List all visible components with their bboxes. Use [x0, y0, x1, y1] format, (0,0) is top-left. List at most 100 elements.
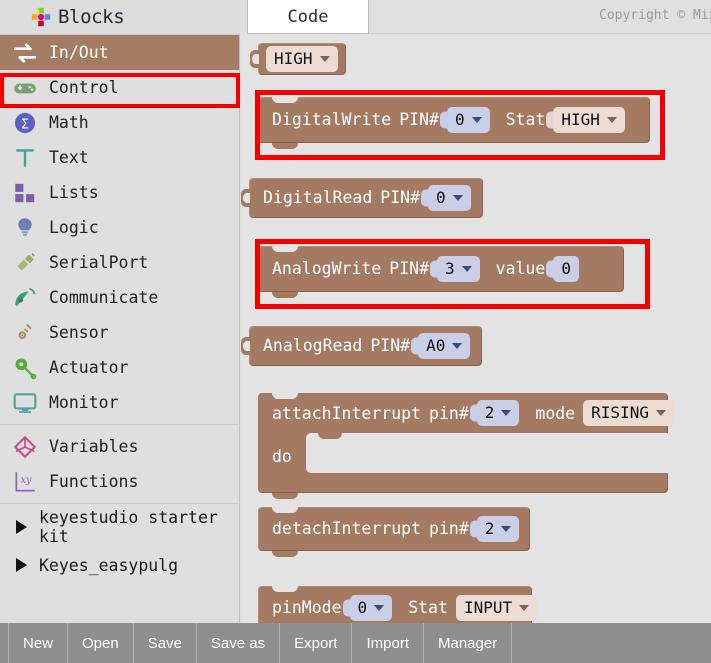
mode-dropdown[interactable]: RISING — [583, 400, 674, 426]
chevron-down-icon — [374, 605, 385, 611]
sidebar-item-actuator[interactable]: Actuator — [0, 350, 239, 385]
block-body[interactable]: AnalogWrite PIN# 3 value 0 — [258, 246, 624, 298]
brand-title: Blocks — [58, 6, 125, 28]
top-header: Blocks Code Copyright © Mix — [0, 0, 711, 35]
block-label: pinMode — [272, 597, 342, 617]
pin-dropdown[interactable]: 3 — [437, 256, 480, 282]
open-button[interactable]: Open — [68, 623, 134, 663]
sidebar-item-label: Actuator — [49, 358, 129, 377]
mode-label: mode — [535, 403, 576, 423]
sidebar-item-label: Text — [49, 148, 89, 167]
block-analog-read[interactable]: AnalogRead PIN# A0 — [241, 326, 483, 366]
sidebar-item-label: In/Out — [49, 43, 109, 62]
output-plug — [250, 50, 260, 68]
pin-socket: 2 — [476, 516, 520, 542]
pin-dropdown[interactable]: 2 — [476, 516, 520, 542]
pin-label: PIN# — [370, 335, 411, 355]
block-body[interactable]: HIGH — [250, 43, 346, 75]
pin-socket: A0 — [418, 333, 471, 359]
sidebar-item-in-out[interactable]: In/Out — [0, 35, 239, 70]
sidebar-item-sensor[interactable]: Sensor — [0, 315, 239, 350]
sidebar-item-math[interactable]: Σ Math — [0, 105, 239, 140]
pin-dropdown[interactable]: A0 — [418, 333, 471, 359]
sidebar-tree-keyestudio-starter-kit[interactable]: keyestudio starter kit — [0, 508, 239, 546]
svg-text:Σ: Σ — [21, 117, 29, 132]
block-analog-write[interactable]: AnalogWrite PIN# 3 value 0 — [258, 246, 624, 298]
sidebar-item-serialport[interactable]: SerialPort — [0, 245, 239, 280]
chevron-down-icon — [519, 605, 530, 611]
pin-socket: 0 — [349, 595, 393, 621]
sidebar-tree-keyes-easypulg[interactable]: Keyes_easypulg — [0, 546, 239, 584]
satellite-dish-icon — [15, 287, 36, 306]
chevron-down-icon — [452, 195, 463, 201]
pin-label: PIN# — [380, 187, 421, 207]
save-as-button[interactable]: Save as — [197, 623, 281, 663]
block-flyout[interactable]: HIGH DigitalWrite PIN# 0 Stat HIGH Digit… — [241, 35, 711, 623]
pin-dropdown[interactable]: 0 — [349, 595, 393, 621]
sidebar-item-functions[interactable]: xy Functions — [0, 464, 239, 499]
block-label: AnalogWrite — [272, 258, 382, 278]
xy-function-icon: xy — [15, 471, 35, 492]
manager-button[interactable]: Manager — [424, 623, 513, 663]
tab-code[interactable]: Code — [247, 0, 369, 34]
tree-label: keyestudio starter kit — [39, 508, 218, 546]
state-dropdown[interactable]: INPUT — [455, 595, 538, 621]
pin-label: PIN# — [399, 109, 439, 129]
import-button[interactable]: Import — [352, 623, 424, 663]
output-plug — [241, 337, 251, 355]
sidebar-item-logic[interactable]: Logic — [0, 210, 239, 245]
block-body[interactable]: DigitalWrite PIN# 0 Stat HIGH — [258, 97, 650, 149]
display-monitor-icon — [13, 392, 37, 413]
chevron-down-icon — [471, 117, 482, 123]
chevron-down-icon — [606, 117, 617, 123]
chevron-down-icon — [461, 266, 472, 272]
blockly-editor-window: Blocks Code Copyright © Mix In/Out Contr… — [0, 0, 711, 663]
state-label: Stat — [408, 597, 448, 617]
block-body[interactable]: attachInterrupt pin# 2 mode RISING do — [258, 393, 674, 499]
value-number-input[interactable]: 0 — [553, 256, 579, 282]
high-dropdown[interactable]: HIGH — [266, 46, 338, 72]
triangle-right-icon — [16, 520, 27, 534]
letter-t-icon — [16, 148, 34, 167]
block-body[interactable]: detachInterrupt pin# 2 — [258, 507, 530, 557]
block-header-row: attachInterrupt pin# 2 mode RISING — [258, 393, 674, 433]
sidebar-item-variables[interactable]: Variables — [0, 429, 239, 464]
sidebar-item-lists[interactable]: Lists — [0, 175, 239, 210]
sidebar-item-label: Logic — [49, 218, 99, 237]
block-high-value[interactable]: HIGH — [250, 43, 346, 75]
sidebar-item-label: Control — [49, 78, 119, 97]
gamepad-icon — [14, 83, 36, 93]
block-pin-mode[interactable]: pinMode 0 Stat INPUT — [258, 586, 538, 623]
block-detach-interrupt[interactable]: detachInterrupt pin# 2 — [258, 507, 530, 557]
tree-label: Keyes_easypulg — [39, 555, 179, 575]
plug-icon — [17, 252, 35, 271]
header-divider — [369, 33, 711, 34]
new-button[interactable]: New — [8, 623, 69, 663]
sidebar-item-monitor[interactable]: Monitor — [0, 385, 239, 420]
save-button[interactable]: Save — [134, 623, 197, 663]
sidebar-item-text[interactable]: Text — [0, 140, 239, 175]
state-label: Stat — [505, 109, 546, 129]
block-digital-read[interactable]: DigitalRead PIN# 0 — [241, 178, 483, 218]
export-button[interactable]: Export — [280, 623, 353, 663]
state-dropdown[interactable]: HIGH — [553, 107, 625, 133]
block-body[interactable]: pinMode 0 Stat INPUT — [258, 586, 538, 623]
sidebar-item-label: Communicate — [49, 288, 159, 307]
pin-dropdown[interactable]: 2 — [476, 400, 520, 426]
block-body[interactable]: AnalogRead PIN# A0 — [241, 326, 483, 366]
pin-socket: 0 — [428, 185, 471, 211]
pin-socket: 3 — [437, 256, 480, 282]
sidebar-item-control[interactable]: Control — [0, 70, 239, 105]
sidebar-item-communicate[interactable]: Communicate — [0, 280, 239, 315]
statement-mouth[interactable] — [306, 433, 668, 473]
pin-socket: 2 — [476, 400, 520, 426]
block-digital-write[interactable]: DigitalWrite PIN# 0 Stat HIGH — [258, 97, 650, 149]
block-attach-interrupt[interactable]: attachInterrupt pin# 2 mode RISING do — [258, 393, 674, 499]
block-label: AnalogRead — [263, 335, 363, 355]
block-body[interactable]: DigitalRead PIN# 0 — [241, 178, 483, 218]
copyright-text: Copyright © Mix — [599, 8, 711, 23]
chevron-down-icon — [319, 56, 330, 62]
pin-dropdown[interactable]: 0 — [446, 107, 490, 133]
sigma-circle-icon: Σ — [14, 112, 36, 133]
pin-dropdown[interactable]: 0 — [428, 185, 471, 211]
